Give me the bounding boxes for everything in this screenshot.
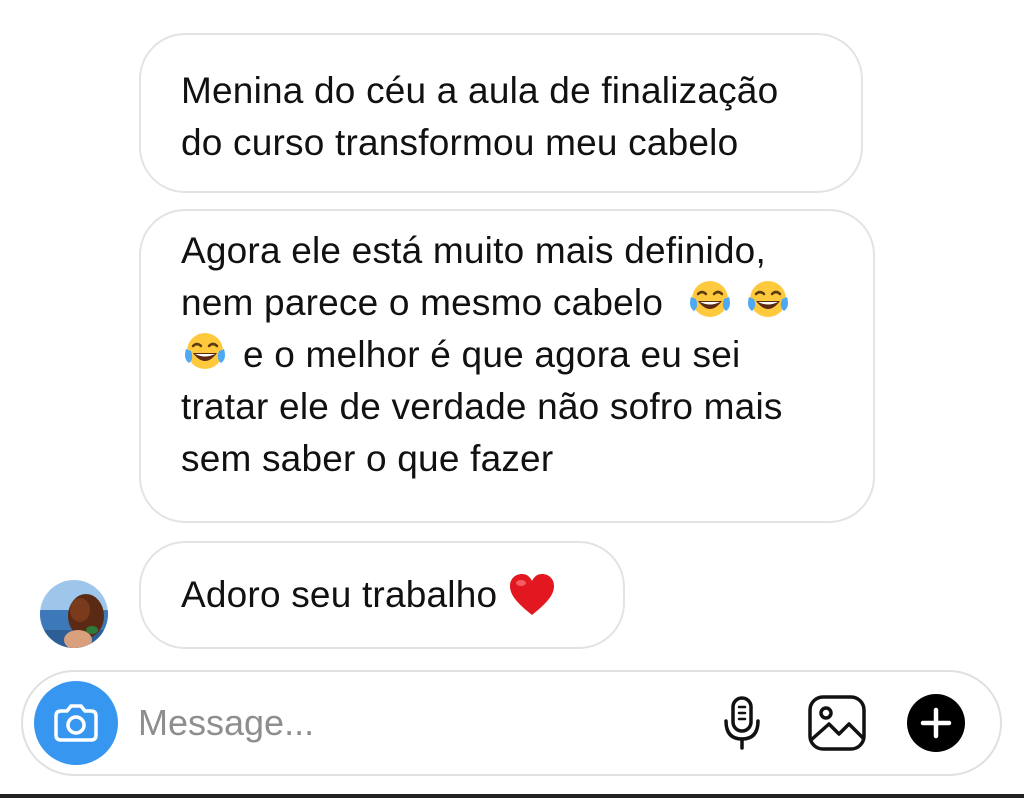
message-bubble[interactable]: Agora ele está muito mais definido, nem … [139, 209, 875, 523]
message-text: Adoro seu trabalho [181, 574, 498, 615]
gallery-icon [808, 695, 866, 751]
message-text-line: do curso transformou meu cabelo [181, 122, 739, 163]
avatar-photo-icon [40, 580, 108, 648]
gallery-button[interactable] [804, 690, 870, 756]
camera-button[interactable] [34, 681, 118, 765]
red-heart-emoji-icon [510, 574, 555, 615]
camera-icon [54, 704, 98, 742]
message-text: e o melhor é que agora eu sei [243, 334, 741, 375]
message-text-line: tratar ele de verdade não sofro mais [181, 386, 783, 427]
bottom-divider [0, 794, 1024, 798]
microphone-icon [724, 696, 760, 750]
message-text-line: Agora ele está muito mais definido, [181, 230, 766, 271]
avatar[interactable] [40, 580, 108, 648]
tears-of-joy-emoji-icon [689, 281, 730, 317]
message-text-line-with-emoji: e o melhor é que agora eu sei [181, 329, 873, 381]
message-text-line: sem saber o que fazer [181, 438, 554, 479]
message-bubble[interactable]: Menina do céu a aula de finalização do c… [139, 33, 863, 193]
message-bubble[interactable]: Adoro seu trabalho [139, 541, 625, 649]
message-input[interactable] [138, 694, 678, 752]
plus-icon [907, 694, 965, 752]
tears-of-joy-emoji-icon [185, 333, 225, 369]
message-text: nem parece o mesmo cabelo [181, 282, 664, 323]
add-button[interactable] [903, 690, 969, 756]
message-text-line-with-emoji: Adoro seu trabalho [181, 569, 623, 621]
message-text-line: Menina do céu a aula de finalização [181, 70, 779, 111]
message-composer [21, 670, 1002, 776]
message-text-line-with-emoji: nem parece o mesmo cabelo [181, 277, 873, 329]
tears-of-joy-emoji-icon [747, 281, 788, 317]
microphone-button[interactable] [709, 690, 775, 756]
